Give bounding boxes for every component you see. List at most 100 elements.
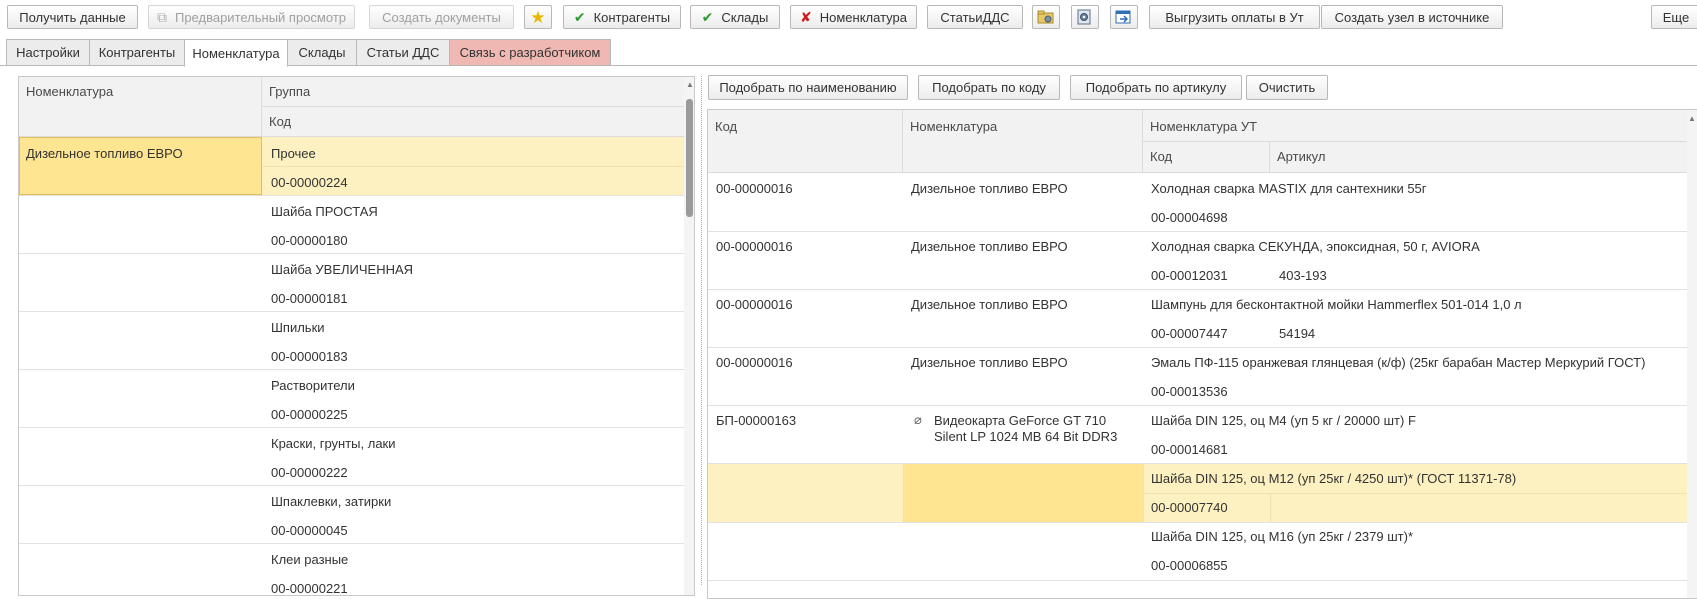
tab-divider: [288, 65, 1697, 66]
right-row-nomenclature: Дизельное топливо ЕВРО: [911, 355, 1068, 370]
left-row-group: Краски, грунты, лаки: [271, 436, 396, 451]
right-row-ut-code: 00-00004698: [1151, 210, 1228, 225]
paperclip-icon: ⌀: [914, 412, 922, 427]
left-row-code: 00-00000224: [271, 175, 348, 190]
column-divider: [1270, 493, 1271, 522]
contractors-toggle-button[interactable]: ✔ Контрагенты: [563, 5, 681, 29]
row-divider: [19, 195, 684, 196]
create-node-button[interactable]: Создать узел в источнике: [1321, 5, 1503, 29]
more-label: Еще: [1662, 9, 1690, 25]
panel-splitter[interactable]: [701, 76, 703, 585]
row-divider: [708, 580, 1695, 581]
right-scrollbar[interactable]: [1687, 110, 1697, 598]
tab-developer-contact[interactable]: Связь с разработчиком: [449, 39, 611, 66]
right-row-nomenclature: Видеокарта GeForce GT 710: [934, 413, 1107, 428]
tab-settings-label: Настройки: [16, 45, 80, 60]
left-row-group: Клеи разные: [271, 552, 349, 567]
left-row-code: 00-00000181: [271, 291, 348, 306]
export-window-button[interactable]: [1110, 5, 1138, 29]
folder-gear-icon: [1037, 10, 1054, 24]
right-row-nomenclature-line2: Silent LP 1024 MB 64 Bit DDR3: [934, 429, 1118, 444]
right-row-ut-code: 00-00007447: [1151, 326, 1228, 341]
match-by-article-button[interactable]: Подобрать по артикулу: [1070, 75, 1242, 100]
row-divider: [708, 231, 1695, 232]
nomenclature-toggle-button[interactable]: ✘ Номенклатура: [790, 5, 917, 29]
get-data-label: Получить данные: [19, 9, 126, 25]
match-by-name-button[interactable]: Подобрать по наименованию: [708, 75, 908, 100]
right-row-code: 00-00000016: [716, 239, 793, 254]
row-divider: [19, 253, 684, 254]
right-header-nomenclature-ut[interactable]: Номенклатура УТ: [1143, 110, 1695, 142]
right-row-ut-article: 403-193: [1279, 268, 1327, 283]
left-row-group: Растворители: [271, 378, 355, 393]
get-data-button[interactable]: Получить данные: [7, 5, 138, 29]
more-button[interactable]: Еще: [1651, 5, 1697, 29]
right-row-code: 00-00000016: [716, 297, 793, 312]
left-row-code: 00-00000225: [271, 407, 348, 422]
tab-dds-label: Статьи ДДС: [366, 45, 440, 60]
create-documents-label: Создать документы: [382, 9, 501, 25]
right-header-ut-article[interactable]: Артикул: [1270, 142, 1695, 173]
right-header-nomenclature-ut-label: Номенклатура УТ: [1150, 119, 1258, 134]
create-documents-button[interactable]: Создать документы: [369, 5, 514, 29]
left-header-code-label: Код: [269, 114, 292, 129]
row-divider: [19, 543, 684, 544]
right-row-ut-name: Шампунь для бесконтактной мойки Hammerfl…: [1151, 297, 1522, 312]
left-header-group[interactable]: Группа: [262, 77, 694, 107]
preview-button[interactable]: ⧉ Предварительный просмотр: [148, 5, 355, 29]
window-arrow-icon: [1115, 10, 1131, 24]
right-header-nomenclature[interactable]: Номенклатура: [903, 110, 1143, 173]
right-mapping-table: Код Номенклатура Номенклатура УТ Код Арт…: [707, 109, 1697, 599]
tab-nomenclature[interactable]: Номенклатура: [184, 39, 288, 67]
config-button[interactable]: [1071, 5, 1099, 29]
nomenclature-label: Номенклатура: [819, 9, 907, 25]
dds-button[interactable]: СтатьиДДС: [927, 5, 1023, 29]
right-row-ut-name: Шайба DIN 125, оц М16 (уп 25кг / 2379 шт…: [1151, 529, 1414, 544]
warehouses-toggle-button[interactable]: ✔ Склады: [690, 5, 780, 29]
left-row-code: 00-00000221: [271, 581, 348, 596]
document-gear-icon: [1077, 9, 1091, 25]
right-header-ut-code[interactable]: Код: [1143, 142, 1270, 173]
left-header-code[interactable]: Код: [262, 107, 694, 137]
right-selected-cell[interactable]: [903, 464, 1143, 522]
scroll-up-icon[interactable]: ▲: [686, 80, 694, 89]
left-row-group: Шайба УВЕЛИЧЕННАЯ: [271, 262, 414, 277]
preview-icon: ⧉: [156, 8, 167, 25]
left-row-code: 00-00000180: [271, 233, 348, 248]
match-by-code-button[interactable]: Подобрать по коду: [918, 75, 1060, 100]
row-divider: [19, 485, 684, 486]
right-row-ut-name: Шайба DIN 125, оц М12 (уп 25кг / 4250 шт…: [1151, 471, 1517, 486]
tab-dds[interactable]: Статьи ДДС: [356, 39, 450, 66]
right-header-code[interactable]: Код: [708, 110, 903, 173]
tab-warehouses-label: Склады: [298, 45, 346, 60]
left-row-code: 00-00000045: [271, 523, 348, 538]
clear-button[interactable]: Очистить: [1246, 75, 1328, 100]
right-row-ut-name: Холодная сварка MASTIX для сантехники 55…: [1151, 181, 1427, 196]
right-row-ut-code: 00-00007740: [1151, 500, 1228, 515]
tab-contractors-label: Контрагенты: [98, 45, 176, 60]
row-divider: [708, 522, 1695, 523]
check-icon: ✔: [573, 8, 586, 25]
scroll-up-icon[interactable]: ▲: [1688, 114, 1696, 123]
warehouses-label: Склады: [721, 9, 769, 25]
tab-settings[interactable]: Настройки: [6, 39, 90, 66]
export-payments-button[interactable]: Выгрузить оплаты в Ут: [1149, 5, 1320, 29]
favorites-button[interactable]: ★: [524, 5, 552, 29]
right-row-code: БП-00000163: [716, 413, 797, 428]
right-row-ut-name: Холодная сварка СЕКУНДА, эпоксидная, 50 …: [1151, 239, 1480, 254]
left-selected-nomenclature: Дизельное топливо ЕВРО: [26, 146, 183, 161]
settings-folder-button[interactable]: [1032, 5, 1060, 29]
preview-label: Предварительный просмотр: [174, 9, 346, 25]
right-header-ut-code-label: Код: [1150, 149, 1173, 164]
row-divider: [19, 369, 684, 370]
left-scrollbar-thumb[interactable]: [686, 99, 693, 217]
contractors-label: Контрагенты: [593, 9, 671, 25]
left-header-nomenclature[interactable]: Номенклатура: [19, 77, 262, 137]
tab-bar: Настройки Контрагенты Номенклатура Склад…: [0, 39, 1697, 67]
right-row-code: 00-00000016: [716, 355, 793, 370]
right-row-ut-name: Шайба DIN 125, оц М4 (уп 5 кг / 20000 шт…: [1151, 413, 1416, 428]
left-row-code: 00-00000222: [271, 465, 348, 480]
tab-contractors[interactable]: Контрагенты: [89, 39, 185, 66]
tab-warehouses[interactable]: Склады: [287, 39, 357, 66]
star-icon: ★: [530, 7, 546, 27]
